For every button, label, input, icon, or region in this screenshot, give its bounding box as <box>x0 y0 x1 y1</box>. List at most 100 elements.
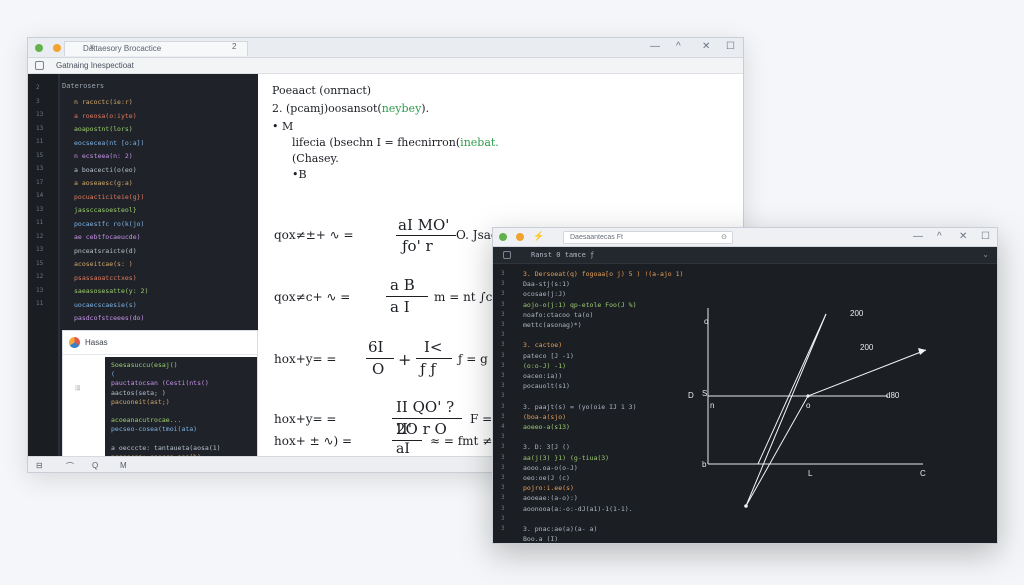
line-number: 13 <box>36 124 44 132</box>
tab-title: Dattaesory Brocactice <box>83 44 162 53</box>
close-icon[interactable]: ✕ <box>959 231 967 242</box>
line-number: 13 <box>36 205 44 213</box>
tab-close-icon[interactable]: x <box>90 42 94 51</box>
line-number: 11 <box>36 138 44 145</box>
editor-divider <box>58 74 60 458</box>
code-line: a aoseaesc(g:a) <box>74 179 133 187</box>
line-number: 14 <box>36 192 44 199</box>
search-icon[interactable]: Q <box>92 461 98 470</box>
eq3-fraction-bar <box>366 358 394 359</box>
tab-count: 2 <box>232 42 237 51</box>
line-number: 11 <box>36 300 44 307</box>
maximize-icon[interactable]: ☐ <box>726 41 735 52</box>
line-number: 3 <box>501 361 505 369</box>
code-line: Soesasuccu(esaj() <box>111 361 178 369</box>
left-label: n <box>710 401 714 410</box>
eq5-lhs: hox+ ± ∿) = <box>274 434 353 448</box>
editor-tab[interactable]: Ranst 0 tamce ƒ <box>531 251 594 259</box>
window-titlebar: Dattaesory Brocactice x 2 — ^ ✕ ☐ <box>28 38 743 58</box>
code-line: ( <box>111 370 115 379</box>
mode-icon[interactable]: M <box>120 461 127 470</box>
eq2-lhs: qox≠c+ ∿ = <box>274 290 351 304</box>
eq2-numerator: a B <box>390 276 415 294</box>
doc-line-2-suffix: ). <box>421 102 430 115</box>
code-line: 3. pnac:ae(a)(a- a) <box>523 525 598 533</box>
line-number: 3 <box>501 474 505 481</box>
line-number: 15 <box>36 259 44 267</box>
line-number: 3 <box>501 484 505 492</box>
code-line: 3. cactoe) <box>523 341 563 350</box>
line-gutter-2: 3 3 3 3 3 3 3 3 3 3 3 3 3 3 3 4 3 3 3 3 3 3 3 3 3 3 <box>493 264 521 543</box>
chevron-down-icon[interactable]: ⌄ <box>982 250 989 259</box>
code-line: pateco [J -1) <box>523 351 574 360</box>
address-bar[interactable]: Daesaantecas Ft ⊙ <box>563 231 733 244</box>
panel-icon[interactable]: ⊟ <box>36 461 43 470</box>
menu-icon[interactable] <box>35 61 44 70</box>
code-editor[interactable]: 2 3 13 13 11 15 13 17 14 13 11 12 13 15 12 13 11 Dateros… <box>28 74 258 472</box>
line-number: 12 <box>36 232 44 240</box>
traffic-orange-icon[interactable] <box>53 44 61 52</box>
y-axis-label: o <box>704 317 709 326</box>
line-number: 3 <box>501 463 505 471</box>
line-number: 3 <box>501 514 505 522</box>
eq3-denominator: O <box>372 360 385 378</box>
code-line: (o:o-J) -1) <box>523 361 567 370</box>
line-number: 3 <box>501 504 505 512</box>
sync-icon[interactable]: ⌒ <box>66 461 74 472</box>
doc-line-3-highlight: inebat. <box>460 136 499 149</box>
address-text: Daesaantecas Ft <box>570 234 623 241</box>
line-chart: 200 200 d80 o D Sn o b L C <box>688 308 927 508</box>
eq3-numerator: 6I <box>368 338 384 356</box>
traffic-orange-icon[interactable] <box>516 233 524 241</box>
notes-panel[interactable]: Hasas !!! Soesasuccu(esaj()(pauctatocsan… <box>62 330 258 472</box>
line-number: 3 <box>501 300 505 308</box>
traffic-green-icon[interactable] <box>35 44 43 52</box>
code-line: n ecsteea(n: 2) <box>74 152 133 160</box>
line-number: 3 <box>36 97 40 105</box>
line-number: 3 <box>501 412 505 420</box>
toolbar-title: Gatnaing Inespectioat <box>56 61 134 70</box>
code-line: pasdcofstceees(do) <box>74 314 145 322</box>
eq1-fraction-bar <box>396 235 456 236</box>
eq4-numerator: II QO' ? <box>396 398 455 416</box>
code-line: n racoctc(ie:r) <box>74 98 133 106</box>
eq2-denominator: a I <box>390 298 410 316</box>
minimize-icon[interactable]: — <box>913 231 923 242</box>
eq3-fraction-bar-2 <box>416 358 452 359</box>
code-line: aojo-o(j:1) qp-etole Foo(J %) <box>523 300 637 309</box>
code-line: pecseo-cosea(tmoi(ata) <box>111 425 198 434</box>
line-number: 15 <box>36 151 44 159</box>
code-line: saeasosesatte(y: 2) <box>74 287 149 295</box>
maximize-icon[interactable]: ☐ <box>981 231 990 242</box>
line-number: 3 <box>501 290 505 298</box>
code-line: pnceatsraicte(d) <box>74 246 137 255</box>
code-line: pocuacticiteie(g}) <box>74 192 145 201</box>
code-line: acoseitcae(s: ) <box>74 260 133 268</box>
line-number: 3 <box>501 525 505 532</box>
code-line: ae cebtfocaeucde) <box>74 233 141 241</box>
minimize-icon[interactable]: — <box>650 41 660 52</box>
doc-heading: Poeaact (onrnact) <box>272 84 372 97</box>
file-icon <box>503 251 511 259</box>
line-number: 3 <box>501 392 505 400</box>
code-body-2[interactable]: 3. Dersoeat(q) fogoaa[o j) 5 ) !(a-ajo 1… <box>523 264 703 543</box>
restore-icon[interactable]: ^ <box>676 41 681 52</box>
code-line: noafo:ctacoo ta(o) <box>523 310 594 319</box>
line-number: 3 <box>501 341 505 349</box>
address-info-icon[interactable]: ⊙ <box>721 232 727 243</box>
notes-header: Hasas <box>63 331 257 355</box>
doc-line-2-prefix: 2. (pcamj)oosansot( <box>272 102 382 115</box>
left-label: D <box>688 391 694 400</box>
close-icon[interactable]: ✕ <box>702 41 710 52</box>
code-line: pojro:i.ee(s) <box>523 484 574 493</box>
restore-icon[interactable]: ^ <box>937 231 942 242</box>
line-number: 12 <box>36 273 44 280</box>
series-line <box>745 349 927 507</box>
eq5-denominator: aI <box>396 441 410 457</box>
traffic-green-icon[interactable] <box>499 233 507 241</box>
code-line: aoeeo-a(s13) <box>523 423 570 431</box>
x-tick-label: L <box>808 469 813 478</box>
code-line: aooeae:(a-o):) <box>523 494 578 503</box>
eq2-fraction-bar <box>386 296 428 297</box>
window-titlebar-2: ⚡ Daesaantecas Ft ⊙ — ^ ✕ ☐ <box>493 228 997 247</box>
